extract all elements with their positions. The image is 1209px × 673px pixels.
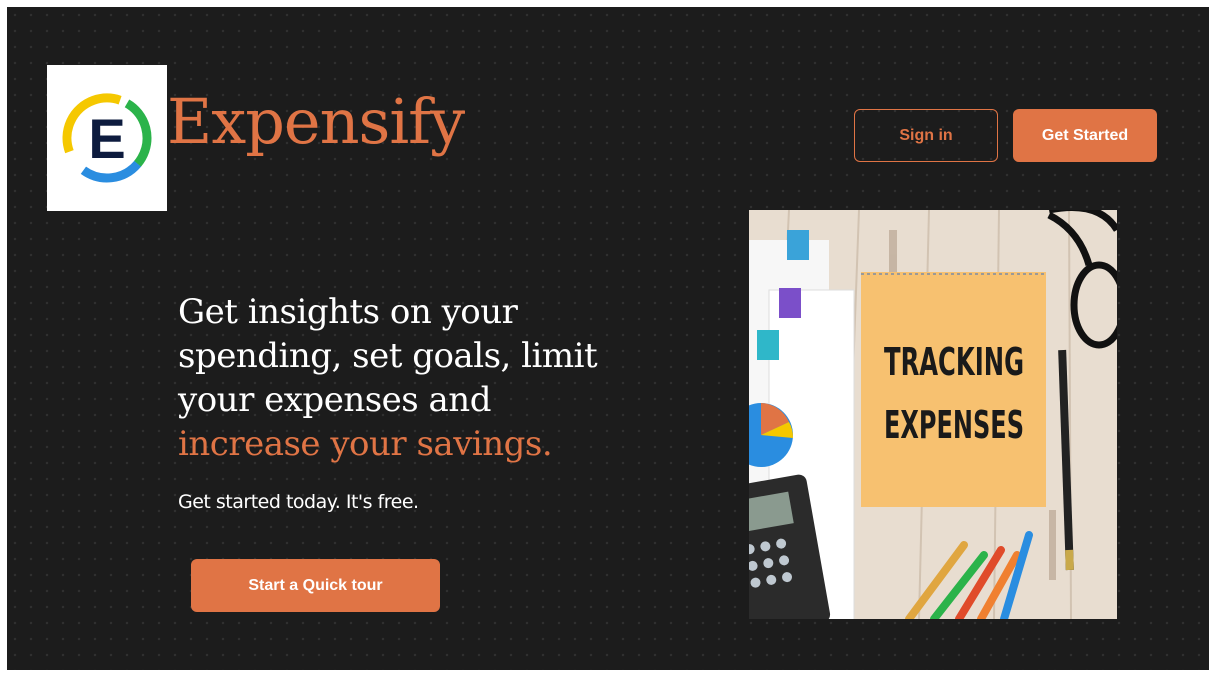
brand-name: Expensify xyxy=(167,85,465,158)
hero-headline: Get insights on your spending, set goals… xyxy=(178,290,638,466)
notepad-text-line1: TRACKING xyxy=(884,340,1024,384)
headline-line: spending, set goals, limit xyxy=(178,336,598,376)
hero-subtext: Get started today. It's free. xyxy=(178,491,419,513)
tracking-expenses-image: TRACKING EXPENSES xyxy=(749,210,1117,619)
quick-tour-button[interactable]: Start a Quick tour xyxy=(191,559,440,612)
headline-line: your expenses and xyxy=(178,380,491,420)
get-started-button[interactable]: Get Started xyxy=(1013,109,1157,162)
sign-in-button[interactable]: Sign in xyxy=(854,109,998,162)
headline-line: Get insights on your xyxy=(178,292,518,332)
logo-icon: E xyxy=(62,93,152,183)
notepad-text-line2: EXPENSES xyxy=(884,403,1024,447)
logo-letter: E xyxy=(88,107,125,170)
landing-page: E Expensify Sign in Get Started Get insi… xyxy=(7,7,1209,670)
logo[interactable]: E xyxy=(47,65,167,211)
headline-accent: increase your savings. xyxy=(178,424,553,464)
